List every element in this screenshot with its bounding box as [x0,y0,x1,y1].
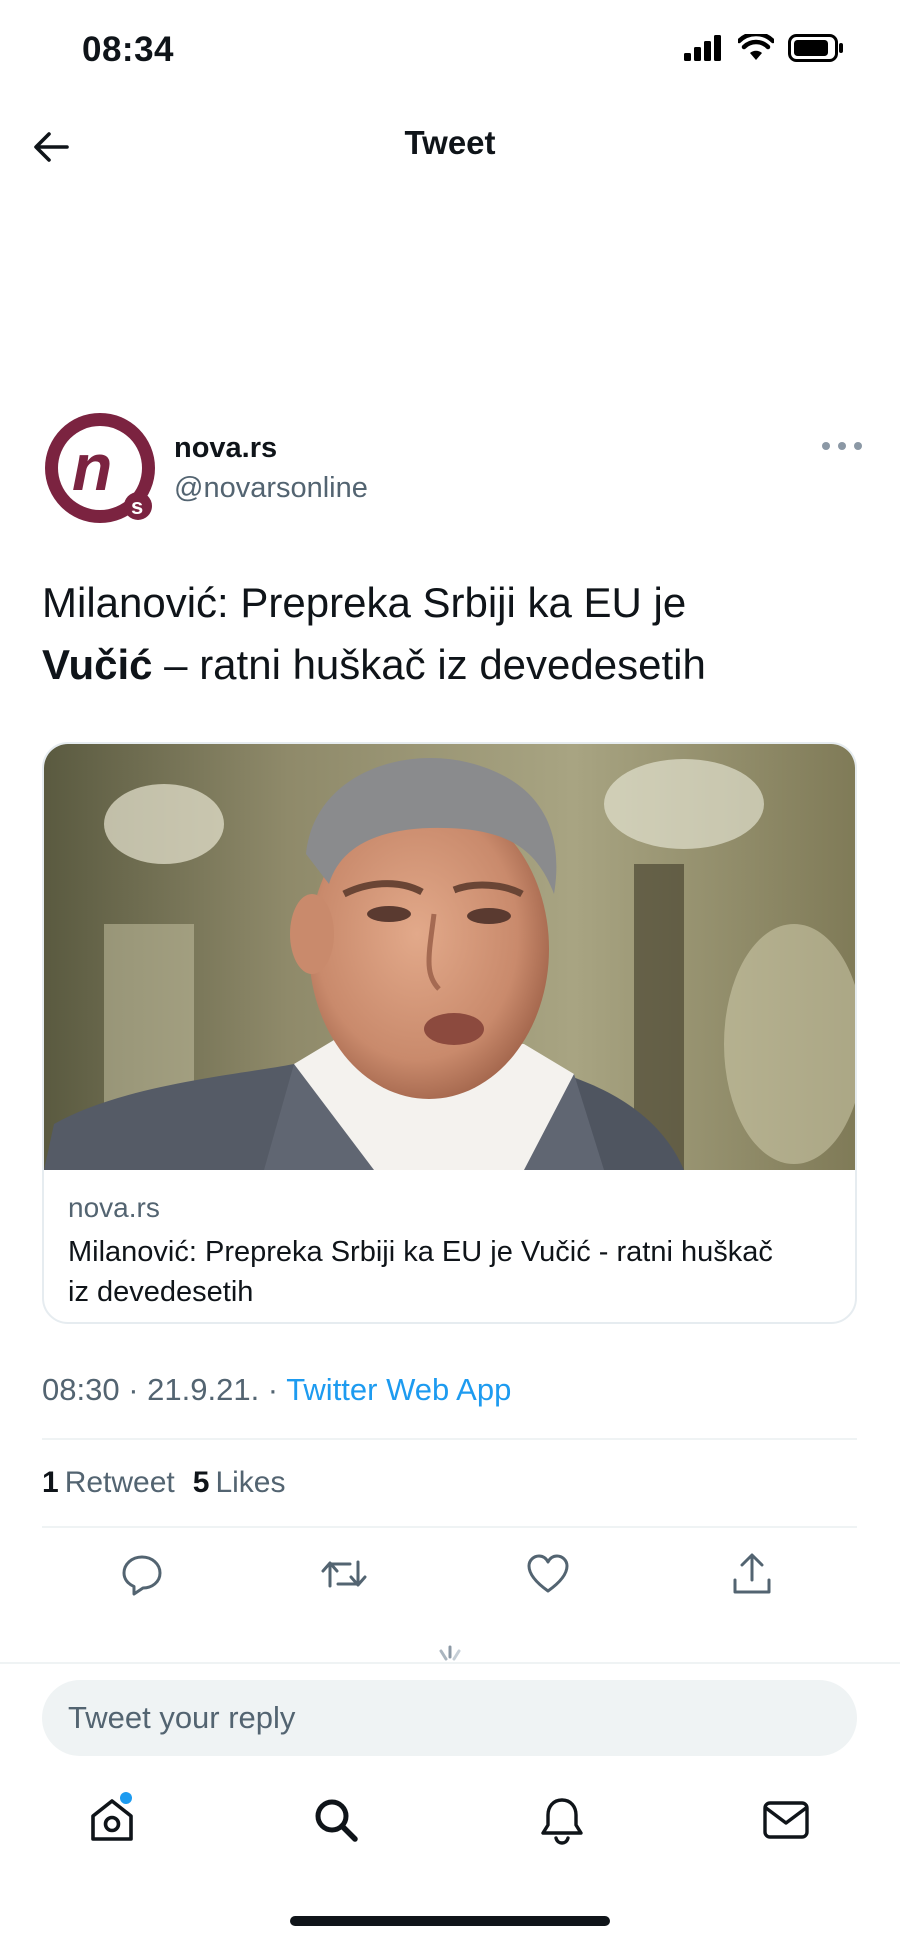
nav-header: Tweet [0,110,900,180]
reply-button[interactable] [116,1548,168,1600]
mail-icon [763,1801,809,1839]
tweet-text-line1: Milanović: Prepreka Srbiji ka EU je [42,579,687,626]
reply-box[interactable] [42,1680,857,1756]
card-image [44,744,855,1170]
nova-logo: n s [45,413,155,523]
likes-label: Likes [215,1466,286,1499]
avatar[interactable]: n s [42,410,158,526]
tweet-text: Milanović: Prepreka Srbiji ka EU je Vuči… [42,572,862,696]
share-button[interactable] [726,1548,778,1600]
share-icon [733,1553,771,1594]
tweet-time: 08:30 [42,1372,120,1407]
status-icons [684,34,844,62]
tweet-text-line2: – ratni huškač iz devedesetih [152,641,706,688]
tweet-meta: 08:30 · 21.9.21. · Twitter Web App [42,1372,511,1408]
tab-messages[interactable] [756,1790,816,1850]
tab-search[interactable] [306,1790,366,1850]
tweet-author: n s nova.rs @novarsonline [42,410,862,530]
action-bar [0,1548,900,1608]
battery-icon [788,34,843,62]
retweet-button[interactable] [318,1548,370,1600]
reply-input[interactable] [42,1680,857,1756]
retweet-icon [321,1560,367,1588]
svg-text:s: s [131,494,143,519]
bottom-tab-bar [0,1790,900,1880]
signal-icon [684,35,721,61]
card-domain: nova.rs [68,1192,160,1223]
author-handle[interactable]: @novarsonline [174,472,368,505]
more-icon[interactable] [822,438,862,454]
notification-dot [120,1792,132,1804]
reply-separator [0,1662,900,1664]
search-icon [315,1799,358,1842]
divider [42,1438,857,1440]
tweet-stats: 1 Retweet 5 Likes [42,1466,285,1500]
arrow-left-icon [34,132,69,162]
card-title: Milanović: Prepreka Srbiji ka EU je Vuči… [68,1236,773,1308]
tweet-date: 21.9.21. [147,1372,260,1407]
retweets-count: 1 [42,1466,59,1499]
link-card[interactable]: nova.rs Milanović: Prepreka Srbiji ka EU… [42,742,857,1324]
tab-home[interactable] [82,1790,142,1850]
page-title: Tweet [404,124,496,161]
wifi-icon [738,34,774,60]
back-button[interactable] [28,124,74,170]
like-button[interactable] [522,1548,574,1600]
tweet-source-link[interactable]: Twitter Web App [286,1372,511,1407]
status-bar: 08:34 [0,0,900,100]
card-body: nova.rs Milanović: Prepreka Srbiji ka EU… [44,1172,855,1312]
home-indicator [290,1916,610,1926]
likes-stat[interactable]: 5 Likes [193,1466,286,1500]
reply-icon [122,1555,162,1596]
author-name[interactable]: nova.rs [174,432,277,465]
tab-notifications[interactable] [532,1790,592,1850]
status-time: 08:34 [82,30,175,69]
likes-count: 5 [192,1466,210,1499]
retweets-stat[interactable]: 1 Retweet [42,1466,175,1500]
heart-icon [527,1554,569,1593]
meta-separator-2: · [259,1372,287,1407]
tweet-text-bold: Vučić [42,641,153,688]
svg-text:n: n [72,430,112,504]
retweets-label: Retweet [64,1466,175,1499]
meta-separator: · [119,1372,148,1407]
bell-icon [541,1798,583,1845]
divider [42,1526,857,1528]
